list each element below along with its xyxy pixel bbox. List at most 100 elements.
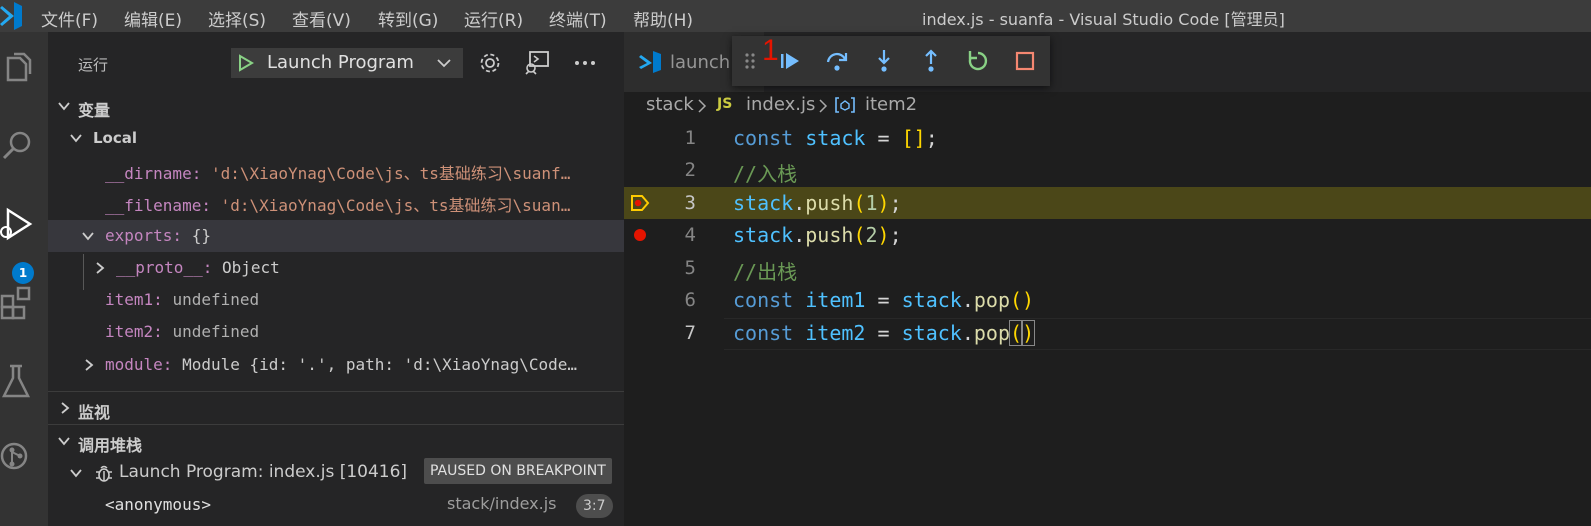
menu-edit[interactable]: 编辑(E) bbox=[124, 6, 182, 31]
menu-view[interactable]: 查看(V) bbox=[292, 6, 351, 31]
editor-area: launch. 1 stack JS index.js item2 1 cons… bbox=[624, 32, 1591, 526]
line-number: 3 bbox=[684, 192, 696, 214]
vscode-file-icon bbox=[639, 51, 661, 73]
code-line-current[interactable]: 3 stack.push(1); bbox=[624, 187, 1591, 219]
variable-name: __proto__: bbox=[116, 258, 213, 277]
debug-badge: 1 bbox=[12, 262, 34, 284]
variable-value: undefined bbox=[172, 290, 260, 309]
restart-icon[interactable] bbox=[965, 48, 991, 74]
variables-title: 变量 bbox=[78, 101, 111, 120]
window-title: index.js - suanfa - Visual Studio Code [… bbox=[922, 10, 1285, 29]
variable-row[interactable]: item1: undefined bbox=[48, 284, 624, 316]
chevron-right-icon bbox=[698, 99, 707, 113]
variable-row[interactable]: __dirname: 'd:\XiaoYnag\Code\js、ts基础练习\s… bbox=[48, 154, 624, 186]
launch-config-select[interactable]: Launch Program bbox=[231, 48, 463, 78]
continue-icon[interactable] bbox=[777, 48, 803, 74]
chevron-right-icon bbox=[819, 99, 828, 113]
sidebar-title: 运行 bbox=[78, 56, 109, 74]
variable-row[interactable]: exports: {} bbox=[48, 220, 624, 252]
bug-icon bbox=[96, 465, 112, 482]
explorer-icon[interactable] bbox=[0, 50, 40, 90]
variable-row[interactable]: __proto__: Object bbox=[48, 252, 624, 284]
chevron-right-icon bbox=[61, 402, 70, 414]
step-out-icon[interactable] bbox=[918, 48, 944, 74]
line-number: 1 bbox=[684, 127, 696, 149]
line-number: 2 bbox=[684, 159, 696, 181]
code-line[interactable]: 2 //入栈 bbox=[624, 154, 1591, 186]
variable-name: __dirname: bbox=[105, 164, 202, 183]
start-debugging-icon[interactable] bbox=[237, 54, 255, 72]
code-text: const stack = []; bbox=[733, 126, 938, 150]
variable-row[interactable]: module: Module {id: '.', path: 'd:\XiaoY… bbox=[48, 349, 624, 381]
code-text: stack.push(1); bbox=[733, 191, 902, 215]
extensions-icon[interactable] bbox=[0, 282, 40, 322]
breadcrumb-folder[interactable]: stack bbox=[646, 94, 694, 115]
code-line[interactable]: 5 //出栈 bbox=[624, 252, 1591, 284]
menu-go[interactable]: 转到(G) bbox=[378, 6, 438, 31]
chevron-down-icon bbox=[82, 232, 94, 241]
title-bar: 文件(F) 编辑(E) 选择(S) 查看(V) 转到(G) 运行(R) 终端(T… bbox=[0, 0, 1591, 32]
vscode-logo-icon[interactable] bbox=[0, 2, 22, 30]
line-number: 6 bbox=[684, 289, 696, 311]
code-text: //入栈 bbox=[733, 162, 798, 186]
code-text: //出栈 bbox=[733, 260, 798, 284]
line-number: 4 bbox=[684, 224, 696, 246]
menu-run[interactable]: 运行(R) bbox=[464, 6, 523, 31]
code-text: stack.push(2); bbox=[733, 223, 902, 247]
code-line[interactable]: 7 const item2 = stack.pop() bbox=[624, 317, 1591, 349]
breadcrumb-symbol[interactable]: item2 bbox=[865, 94, 917, 115]
breadcrumb-file[interactable]: index.js bbox=[746, 94, 815, 115]
debug-sidebar: 运行 Launch Program 变量 Local __dirname: 'd… bbox=[48, 32, 624, 526]
scope-local[interactable]: Local bbox=[48, 122, 624, 154]
run-debug-icon[interactable] bbox=[0, 202, 40, 242]
source-control-icon[interactable] bbox=[0, 436, 40, 476]
gear-icon[interactable] bbox=[477, 50, 503, 76]
code-text: const item2 = stack.pop() bbox=[733, 320, 1036, 346]
more-actions-icon[interactable] bbox=[572, 50, 598, 76]
launch-config-name: Launch Program bbox=[267, 52, 414, 73]
debug-toolbar: 1 bbox=[732, 34, 1050, 86]
search-icon[interactable] bbox=[0, 126, 40, 166]
step-over-icon[interactable] bbox=[824, 48, 850, 74]
menu-help[interactable]: 帮助(H) bbox=[633, 6, 693, 31]
variable-value: {} bbox=[191, 226, 211, 245]
code-line[interactable]: 1 const stack = []; bbox=[624, 122, 1591, 154]
line-number: 7 bbox=[684, 322, 696, 344]
watch-section-header[interactable]: 监视 bbox=[48, 392, 624, 424]
callstack-section-header[interactable]: 调用堆栈 bbox=[48, 425, 624, 457]
debug-console-icon[interactable] bbox=[524, 50, 550, 76]
testing-icon[interactable] bbox=[0, 362, 40, 402]
variable-name: module: bbox=[105, 355, 173, 374]
variable-value: 'd:\XiaoYnag\Code\js、ts基础练习\suan… bbox=[220, 196, 571, 215]
menu-file[interactable]: 文件(F) bbox=[41, 6, 98, 31]
session-name: Launch Program: index.js [10416] bbox=[119, 462, 408, 482]
menu-selection[interactable]: 选择(S) bbox=[208, 6, 266, 31]
breakpoint-icon[interactable] bbox=[633, 228, 647, 242]
chevron-right-icon bbox=[96, 262, 105, 274]
current-breakpoint-icon[interactable] bbox=[630, 194, 650, 212]
variable-name: item2: bbox=[105, 322, 163, 341]
variable-row[interactable]: item2: undefined bbox=[48, 316, 624, 348]
code-line[interactable]: 4 stack.push(2); bbox=[624, 219, 1591, 251]
menu-terminal[interactable]: 终端(T) bbox=[549, 6, 607, 31]
drag-handle-icon[interactable] bbox=[744, 51, 756, 71]
callstack-title: 调用堆栈 bbox=[78, 436, 143, 455]
stop-icon[interactable] bbox=[1012, 48, 1038, 74]
line-number: 5 bbox=[684, 257, 696, 279]
chevron-down-icon bbox=[437, 59, 451, 68]
variable-value: 'd:\XiaoYnag\Code\js、ts基础练习\suanf… bbox=[210, 164, 571, 183]
variable-name: item1: bbox=[105, 290, 163, 309]
variable-row[interactable]: __filename: 'd:\XiaoYnag\Code\js、ts基础练习\… bbox=[48, 186, 624, 218]
scope-label: Local bbox=[93, 129, 138, 147]
paused-status-badge: PAUSED ON BREAKPOINT bbox=[424, 458, 612, 484]
variable-value: undefined bbox=[172, 322, 260, 341]
variable-name: exports: bbox=[105, 226, 183, 245]
code-line[interactable]: 6 const item1 = stack.pop() bbox=[624, 284, 1591, 316]
stack-frame-file: stack/index.js bbox=[447, 494, 557, 513]
step-into-icon[interactable] bbox=[871, 48, 897, 74]
activity-bar: 1 bbox=[0, 32, 48, 526]
chevron-right-icon bbox=[85, 359, 94, 371]
variables-section-header[interactable]: 变量 bbox=[48, 90, 624, 122]
js-file-icon: JS bbox=[717, 96, 733, 112]
variable-symbol-icon bbox=[835, 97, 855, 113]
